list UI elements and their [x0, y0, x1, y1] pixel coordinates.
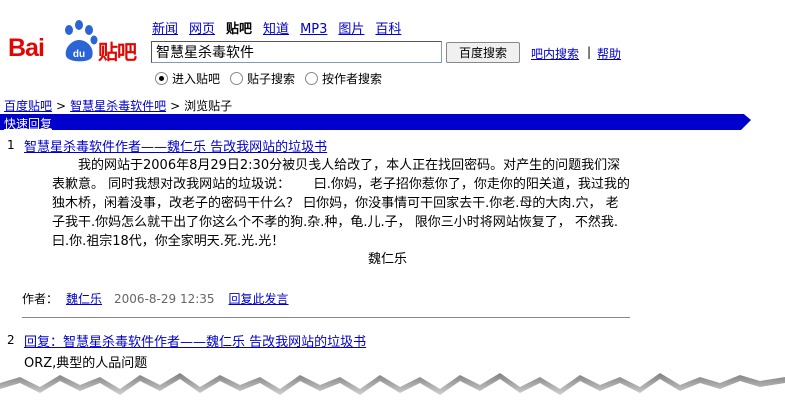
- post-time: 2006-8-29 12:35: [114, 292, 215, 306]
- post-body: 我的网站于2006年8月29日2:30分被贝戋人给改了，本人正在找回密码。对产生…: [52, 158, 630, 249]
- breadcrumb-forum[interactable]: 智慧星杀毒软件吧: [70, 99, 166, 113]
- breadcrumb-sep: >: [56, 99, 67, 113]
- radio-author-search[interactable]: 按作者搜索: [305, 70, 382, 87]
- logo-bai-text: Bai: [8, 34, 45, 62]
- nav-zhidao[interactable]: 知道: [263, 22, 289, 37]
- post-title-link[interactable]: 回复：智慧星杀毒软件作者——魏仁乐 告改我网站的垃圾书: [24, 331, 366, 350]
- breadcrumb-root[interactable]: 百度贴吧: [4, 99, 52, 113]
- author-label: 作者：: [22, 292, 59, 306]
- link-separator: |: [587, 45, 592, 59]
- post-number: 2: [7, 333, 15, 347]
- quick-reply-bar: 快速回复: [0, 114, 785, 132]
- radio-button-selected[interactable]: [155, 72, 168, 85]
- radio-enter-bar[interactable]: 进入贴吧: [155, 70, 220, 87]
- quick-reply-link[interactable]: 快速回复: [4, 115, 52, 132]
- search-in-bar-link[interactable]: 吧内搜索: [531, 45, 579, 62]
- breadcrumb-sep: >: [170, 99, 181, 113]
- radio-post-search[interactable]: 贴子搜索: [230, 70, 295, 87]
- nav-web[interactable]: 网页: [189, 22, 215, 37]
- baidu-paw-icon: du: [65, 20, 98, 62]
- nav-baike[interactable]: 百科: [375, 22, 401, 37]
- breadcrumb-current: 浏览贴子: [184, 99, 233, 113]
- baidu-search-button[interactable]: 百度搜索: [446, 42, 520, 63]
- tieba-page: Bai du 贴吧 新闻网页贴吧知道MP3图片百科 百度搜索 吧内搜索 | 帮助…: [0, 0, 785, 408]
- radio-label: 按作者搜索: [322, 72, 383, 86]
- baidu-tieba-logo[interactable]: Bai du 贴吧: [6, 18, 144, 66]
- author-link[interactable]: 魏仁乐: [66, 292, 102, 306]
- top-nav: 新闻 网页 贴吧 知道 MP3 图片 百科: [152, 18, 412, 37]
- post-number: 1: [7, 138, 15, 152]
- nav-news[interactable]: 新闻: [152, 22, 178, 37]
- radio-button[interactable]: [230, 72, 244, 85]
- post-meta: 作者： 魏仁乐 2006-8-29 12:35 回复此发言: [22, 290, 289, 307]
- nav-mp3[interactable]: MP3: [300, 22, 327, 37]
- nav-tieba-current: 贴吧: [226, 22, 253, 37]
- radio-button[interactable]: [305, 72, 319, 85]
- torn-edge-right-decoration: [727, 0, 785, 408]
- post-body: ORZ,典型的人品问题: [24, 356, 148, 371]
- post-divider: [22, 317, 630, 318]
- logo-du-text: du: [73, 49, 85, 60]
- help-link[interactable]: 帮助: [597, 45, 621, 62]
- post-signature: 魏仁乐: [368, 252, 408, 267]
- radio-label: 进入贴吧: [172, 72, 221, 86]
- search-input[interactable]: [151, 41, 442, 63]
- breadcrumb: 百度贴吧 > 智慧星杀毒软件吧 > 浏览贴子: [4, 97, 232, 114]
- nav-images[interactable]: 图片: [338, 22, 364, 37]
- reply-to-post-link[interactable]: 回复此发言: [229, 292, 289, 306]
- search-mode-radios: 进入贴吧 贴子搜索 按作者搜索: [155, 70, 392, 87]
- logo-tieba-text: 贴吧: [98, 40, 137, 64]
- post-title-link[interactable]: 智慧星杀毒软件作者——魏仁乐 告改我网站的垃圾书: [24, 136, 327, 155]
- radio-label: 贴子搜索: [247, 72, 296, 86]
